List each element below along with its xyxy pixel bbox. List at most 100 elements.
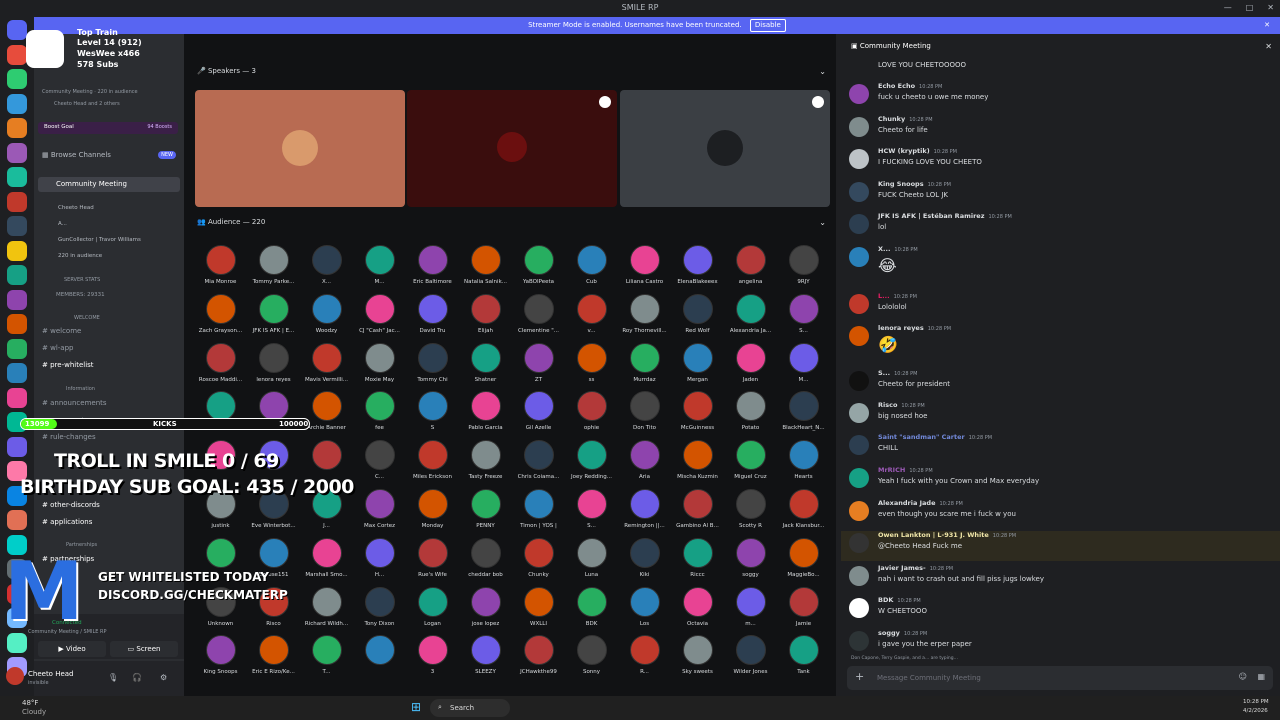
audience-member[interactable]: Jaden [724,342,777,383]
emoji-icon[interactable]: ☺ [1239,672,1247,681]
server-icon[interactable] [7,289,27,310]
chat-message[interactable]: King Snoops 10:28 PM FUCK Cheeto LOL JK [849,180,1269,210]
server-icon[interactable] [7,216,27,236]
avatar[interactable] [849,403,869,423]
audience-member[interactable]: M... [353,245,406,285]
server-icon[interactable] [7,436,27,457]
channel-rule-changes[interactable]: # rule-changes [42,433,96,441]
server-icon[interactable] [7,363,27,383]
audience-member[interactable]: ss [565,342,618,383]
speaker-tile-3[interactable] [620,90,830,207]
chat-message[interactable]: HCW (kryptik) 10:28 PM I FUCKING LOVE YOU … [849,147,1269,177]
audience-member[interactable]: King Snoops [194,635,247,675]
audience-member[interactable] [194,537,247,572]
server-icon[interactable] [7,20,27,40]
audience-member[interactable]: Red Wolf [671,293,724,334]
welcome-category[interactable]: WELCOME [74,315,100,321]
avatar[interactable] [849,214,869,234]
speaker-tile-2[interactable] [407,90,617,207]
audience-member[interactable]: Los [618,586,671,627]
server-icon[interactable] [7,93,27,114]
mic-icon[interactable]: 🎙 [108,673,118,682]
message-author[interactable]: Javier James- 10:28 PM [878,564,953,572]
audience-member[interactable]: Logan [406,586,459,627]
channel-other-discords[interactable]: # other-discords [42,501,100,509]
server-icon[interactable] [7,69,27,89]
audience-member[interactable]: Liliana Castro [618,245,671,285]
info-category[interactable]: Information [66,386,95,392]
message-author[interactable]: S... 10:28 PM [878,369,917,377]
headphones-icon[interactable]: 🎧 [132,673,142,682]
audience-member[interactable]: ZT [512,342,565,383]
audience-member[interactable]: fee [353,391,406,431]
chat-message[interactable]: Risco 10:28 PM big nosed hoe [849,401,1269,431]
message-author[interactable]: BDK 10:28 PM [878,596,921,604]
audience-member[interactable]: Tasty Freeze [459,440,512,480]
audience-member[interactable]: Gil Azelle [512,391,565,431]
audience-member[interactable]: Zach Grayson... [194,293,247,334]
server-icon[interactable] [7,338,27,359]
channel-applications[interactable]: # applications [42,518,92,526]
audience-member[interactable]: Roy Thornevill... [618,293,671,334]
message-author[interactable]: Alexandria Jade 10:28 PM [878,499,963,507]
audience-member[interactable]: Miles Erickson [406,440,459,480]
avatar[interactable] [849,501,869,521]
audience-member[interactable]: v... [565,293,618,334]
message-author[interactable]: Chunky 10:28 PM [878,115,933,123]
audience-member[interactable]: Tank [777,635,830,675]
audience-member[interactable]: ophie [565,391,618,431]
audience-member[interactable]: Chunky [512,537,565,578]
chat-message[interactable]: JFK IS AFK | Estéban Ramirez 10:28 PM lol [849,212,1269,242]
message-author[interactable]: soggy 10:28 PM [878,629,927,637]
windows-icon[interactable]: ⊞ [411,700,421,714]
audience-member[interactable]: McGuinness [671,391,724,431]
taskbar-search[interactable]: ⌕ Search [430,699,510,717]
audience-member[interactable]: Richard Wildh... [300,586,353,627]
audience-member[interactable]: S... [565,489,618,529]
audience-member[interactable]: YaBOIPeeta [512,245,565,285]
audience-member[interactable]: R... [618,635,671,675]
server-icon[interactable] [7,167,27,187]
audience-member[interactable]: CJ "Cash" Jac... [353,293,406,334]
audience-member[interactable]: Elijah [459,293,512,334]
audience-member[interactable]: m... [724,586,777,627]
chat-message[interactable]: X... 10:28 PM 😂 [849,245,1269,275]
audience-member[interactable]: Shatner [459,342,512,383]
audience-member[interactable] [353,635,406,669]
chat-message[interactable]: S... 10:28 PM Cheeto for president [849,369,1269,399]
audience-member[interactable]: Timon | YOS | [512,489,565,529]
audience-member[interactable]: Potato [724,391,777,431]
avatar[interactable] [849,533,869,553]
audience-member[interactable]: BDK [565,586,618,627]
chat-message[interactable]: L... 10:28 PM Lolololol [849,292,1269,322]
audience-member[interactable]: Roscoe Maddi... [194,342,247,383]
audience-member[interactable]: S... [777,293,830,334]
chat-message[interactable]: Owen Lankton | L-931 J. White 10:28 PM @Ch… [841,531,1280,561]
server-icon[interactable] [7,265,27,285]
avatar[interactable] [849,247,869,267]
gear-icon[interactable]: ⚙ [160,673,167,682]
audience-member[interactable]: Remington ||... [618,489,671,529]
audience-member[interactable]: S [406,391,459,431]
audience-member[interactable]: jose lopez [459,586,512,627]
server-stats-category[interactable]: SERVER STATS [64,277,100,283]
channel-welcome[interactable]: # welcome [42,327,81,335]
audience-member[interactable]: Tommy Parke... [247,245,300,285]
message-author[interactable]: X... 10:28 PM [878,245,918,253]
server-icon[interactable] [7,142,27,163]
audience-member[interactable]: Rue's Wife [406,537,459,578]
server-icon[interactable] [7,387,27,408]
audience-member[interactable]: BlackHeart_N... [777,391,830,431]
avatar[interactable] [849,182,869,202]
message-author[interactable]: Echo Echo 10:28 PM [878,82,942,90]
browse-channels[interactable]: ▦ Browse Channels [42,151,111,159]
maximize-icon[interactable]: □ [1246,0,1254,16]
channel-pre-whitelist[interactable]: # pre-whitelist [42,361,94,369]
chat-message[interactable]: Saint "sandman" Carter 10:28 PM CHILL [849,433,1269,463]
chat-message[interactable]: soggy 10:28 PM i gave you the erper paper [849,629,1269,659]
audience-member[interactable]: Alexandria Ja... [724,293,777,334]
avatar[interactable] [849,117,869,137]
audience-member[interactable]: angelina [724,245,777,285]
audience-member[interactable]: Woodzy [300,293,353,334]
avatar[interactable] [849,371,869,391]
